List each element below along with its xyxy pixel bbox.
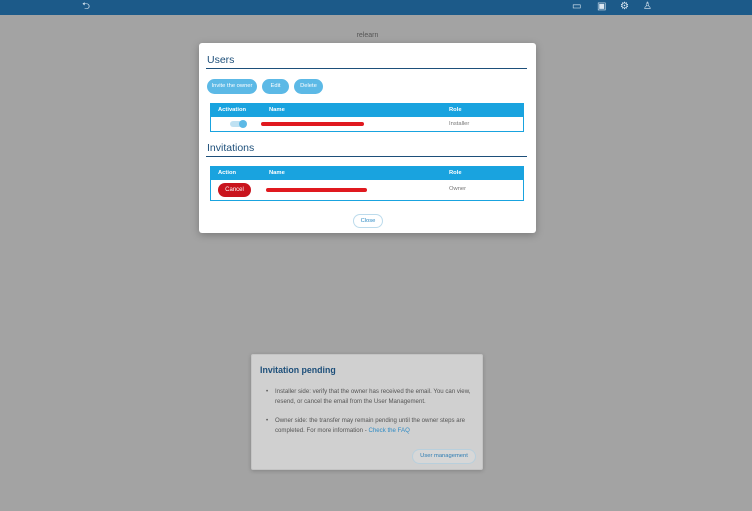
page-title: relearn <box>356 32 379 39</box>
users-table-header: Activation Name Role <box>211 104 523 117</box>
user-management-button[interactable]: User management <box>412 449 476 464</box>
invitations-section-title: Invitations <box>207 142 255 154</box>
delete-button[interactable]: Delete <box>294 79 323 94</box>
toggle-knob <box>239 120 247 128</box>
faq-link[interactable]: Check the FAQ <box>368 427 409 434</box>
column-name: Name <box>269 107 285 113</box>
screen-icon[interactable]: ▣ <box>597 1 606 13</box>
user-icon[interactable]: ♙ <box>643 1 652 13</box>
invitations-section-divider <box>206 156 527 157</box>
column-name: Name <box>269 170 285 176</box>
table-row[interactable]: Installer <box>211 117 523 132</box>
redacted-name <box>266 188 367 192</box>
gear-icon[interactable]: ⚙ <box>620 1 629 13</box>
column-activation: Activation <box>218 107 247 113</box>
invitations-table: Action Name Role Cancel Owner <box>210 166 524 201</box>
user-role: Installer <box>449 121 470 127</box>
redacted-name <box>261 122 364 126</box>
invite-owner-button[interactable]: Invite the owner <box>207 79 257 94</box>
cancel-invitation-button[interactable]: Cancel <box>218 183 251 197</box>
back-icon[interactable]: ⮌ <box>82 1 90 13</box>
users-table: Activation Name Role Installer <box>210 103 524 132</box>
users-section-divider <box>206 68 527 69</box>
info-list: Installer side: verify that the owner ha… <box>265 387 475 406</box>
invitation-role: Owner <box>449 186 467 192</box>
edit-button[interactable]: Edit <box>262 79 289 94</box>
chat-icon[interactable]: ▭ <box>572 1 581 13</box>
invitation-pending-panel: Invitation pending Installer side: verif… <box>251 354 483 470</box>
panel-title: Invitation pending <box>260 365 336 375</box>
activation-toggle[interactable] <box>230 120 247 128</box>
invitations-table-header: Action Name Role <box>211 167 523 180</box>
table-row[interactable]: Cancel Owner <box>211 180 523 200</box>
users-section-title: Users <box>207 54 235 66</box>
users-modal: Users Invite the owner Edit Delete Activ… <box>199 43 536 233</box>
installer-side-item: Installer side: verify that the owner ha… <box>265 387 475 406</box>
info-list: Owner side: the transfer may remain pend… <box>265 416 475 435</box>
owner-side-item: Owner side: the transfer may remain pend… <box>265 416 475 435</box>
top-bar: ⮌ ▭ ▣ ⚙ ♙ <box>0 0 752 15</box>
column-role: Role <box>449 107 462 113</box>
close-button[interactable]: Close <box>353 214 383 228</box>
column-action: Action <box>218 170 237 176</box>
column-role: Role <box>449 170 462 176</box>
